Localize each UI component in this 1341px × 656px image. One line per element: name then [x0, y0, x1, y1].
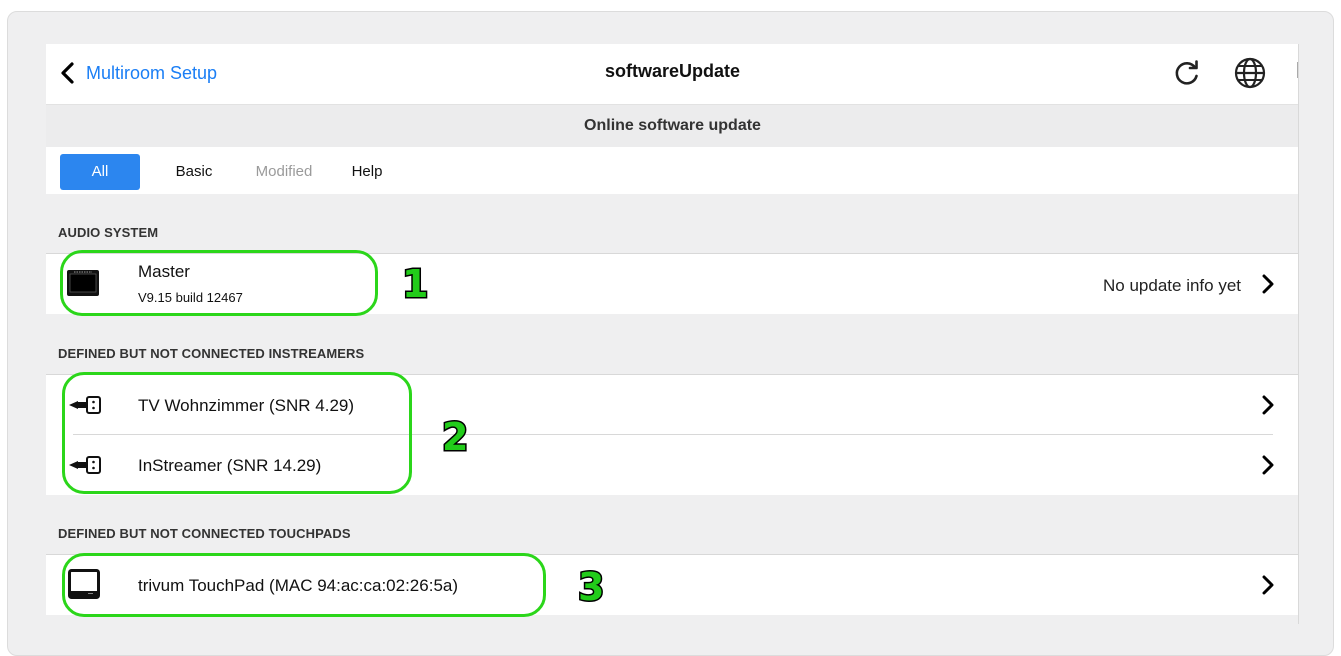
chevron-right-icon [1262, 395, 1274, 415]
highlight-box-3 [62, 553, 546, 617]
section-label-touchpads: DEFINED BUT NOT CONNECTED TOUCHPADS [58, 526, 351, 541]
annotation-marker-3: 3 [576, 565, 606, 609]
tab-basic[interactable]: Basic [164, 154, 224, 190]
tab-all[interactable]: All [60, 154, 140, 190]
page-title: softwareUpdate [604, 61, 741, 81]
highlight-box-2 [62, 372, 412, 494]
section-label-audio-system: AUDIO SYSTEM [58, 225, 159, 240]
chevron-right-icon [1262, 455, 1274, 475]
filter-tabs: All Basic Modified Help [46, 147, 1299, 194]
annotation-marker-1: 1 [400, 262, 430, 306]
globe-icon[interactable] [1232, 55, 1268, 91]
scroll-edge [1298, 44, 1299, 624]
section-header: Online software update [46, 105, 1299, 147]
refresh-icon[interactable] [1169, 55, 1205, 91]
app-panel: Multiroom Setup softwareUpdate Online so… [46, 44, 1299, 626]
section-label-instreamers: DEFINED BUT NOT CONNECTED INSTREAMERS [58, 346, 365, 361]
tab-modified: Modified [255, 163, 313, 180]
top-bar: Multiroom Setup softwareUpdate [46, 44, 1299, 105]
annotation-marker-2: 2 [440, 415, 470, 459]
highlight-box-1 [60, 250, 378, 316]
chevron-right-icon [1262, 274, 1274, 294]
chevron-right-icon [1262, 575, 1274, 595]
tab-help[interactable]: Help [342, 154, 392, 190]
update-status: No update info yet [1103, 276, 1241, 295]
